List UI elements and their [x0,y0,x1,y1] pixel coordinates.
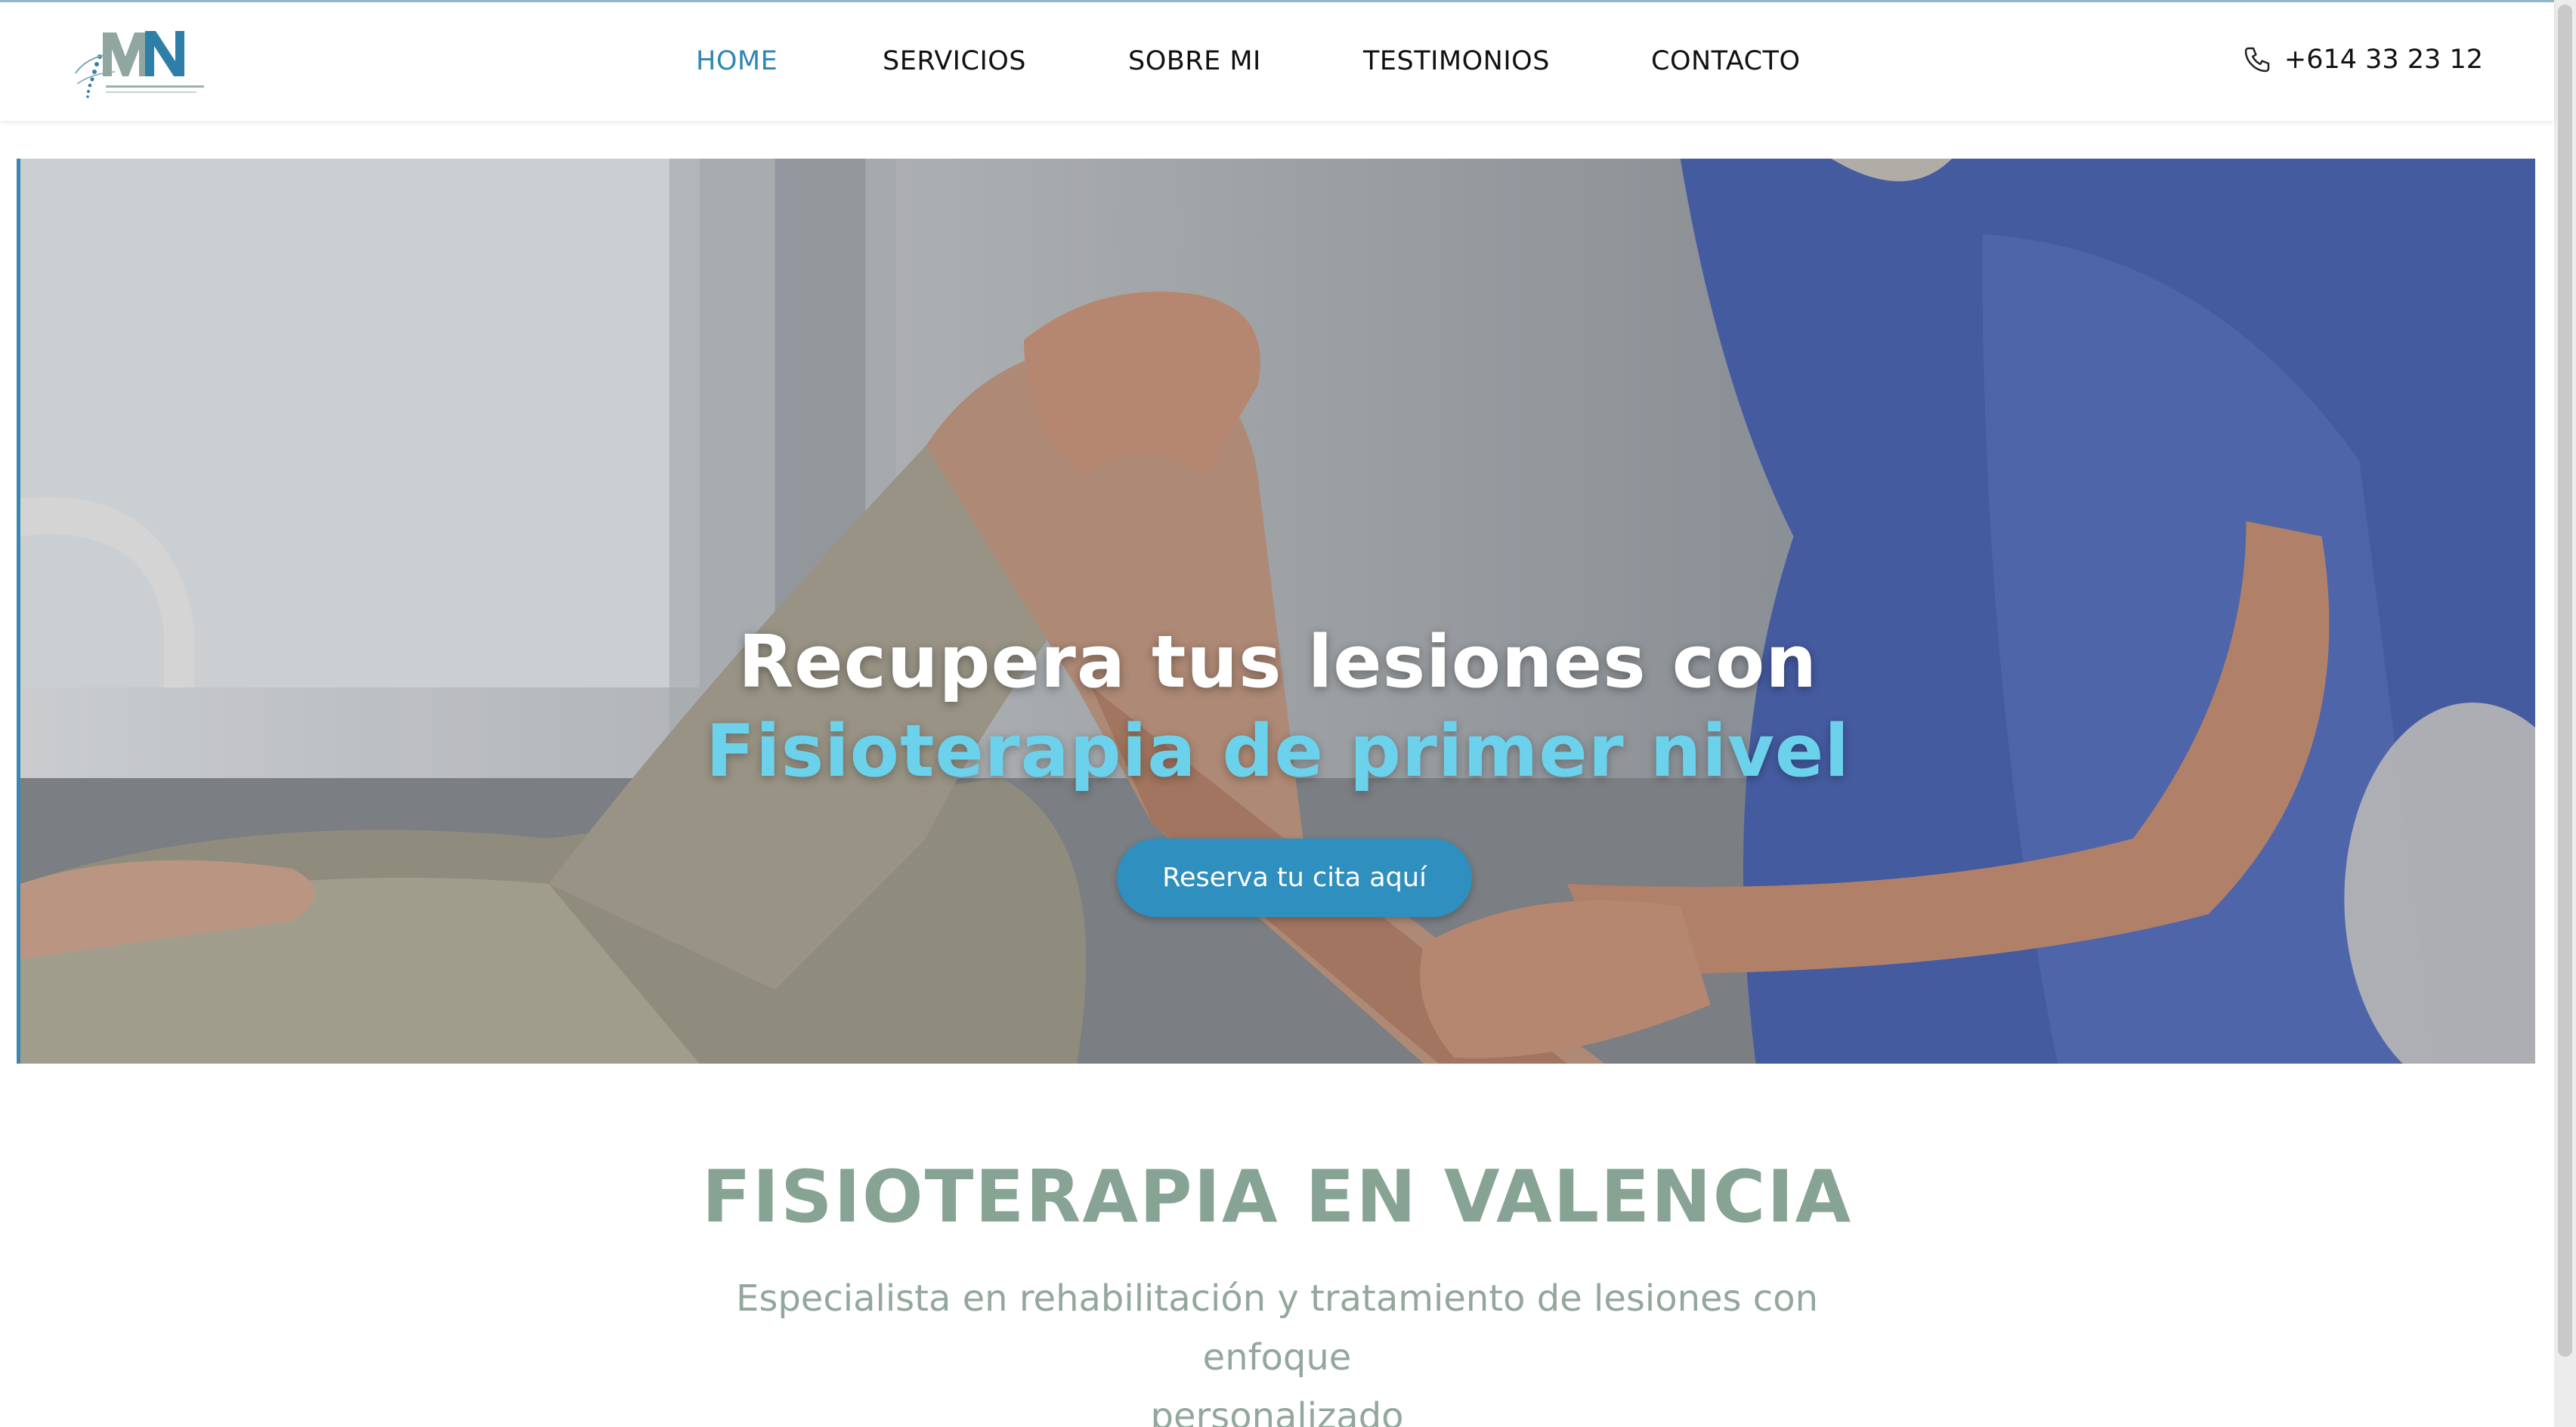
section-subtitle: Especialista en rehabilitación y tratami… [673,1269,1882,1427]
section-subtitle-line2: personalizado [1150,1395,1404,1427]
nav-home[interactable]: HOME [696,46,778,76]
phone-number: +614 33 23 12 [2284,45,2483,75]
section-subtitle-line1: Especialista en rehabilitación y tratami… [736,1277,1818,1379]
nav-contacto[interactable]: CONTACTO [1651,46,1801,76]
nav-servicios[interactable]: SERVICIOS [883,46,1026,76]
page: HOME SERVICIOS SOBRE MI TESTIMONIOS CONT… [0,0,2576,1427]
nav-sobre-mi[interactable]: SOBRE MI [1128,46,1261,76]
nav-testimonios[interactable]: TESTIMONIOS [1363,46,1550,76]
scrollbar[interactable] [2554,0,2576,1427]
phone-link[interactable]: +614 33 23 12 [2242,45,2483,75]
hero-heading: Recupera tus lesiones con Fisioterapia d… [20,621,2535,793]
site-header: HOME SERVICIOS SOBRE MI TESTIMONIOS CONT… [0,0,2554,121]
hero-banner: Recupera tus lesiones con Fisioterapia d… [17,159,2535,1064]
hero-title-line1: Recupera tus lesiones con [738,621,1817,704]
section-title: FISIOTERAPIA EN VALENCIA [701,1156,1853,1239]
hero-photo [20,159,2535,1064]
hero-title-line2: Fisioterapia de primer nivel [706,710,1850,793]
book-appointment-button[interactable]: Reserva tu cita aquí [1117,839,1472,917]
main-nav: HOME SERVICIOS SOBRE MI TESTIMONIOS CONT… [0,2,2554,123]
scrollbar-thumb[interactable] [2558,5,2572,1357]
phone-icon [2244,47,2270,73]
